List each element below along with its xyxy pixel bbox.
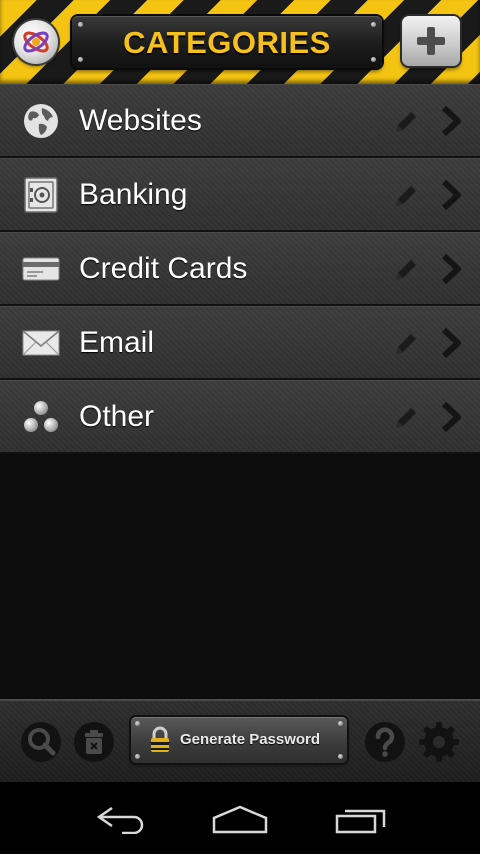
dots-icon [24, 401, 58, 432]
lock-icon [151, 726, 169, 752]
category-row-websites[interactable]: Websites [0, 84, 480, 158]
chevron-right-icon[interactable] [440, 401, 464, 433]
chevron-right-icon[interactable] [440, 179, 464, 211]
recent-apps-icon[interactable] [334, 804, 388, 834]
category-label: Banking [79, 178, 188, 211]
category-row-email[interactable]: Email [0, 306, 480, 380]
edit-pencil-icon[interactable] [393, 331, 419, 357]
globe-icon [24, 104, 58, 138]
screw-icon [135, 754, 140, 759]
edit-pencil-icon[interactable] [393, 109, 419, 135]
trash-icon[interactable] [73, 721, 115, 763]
category-label: Other [79, 400, 155, 433]
edit-pencil-icon[interactable] [393, 257, 419, 283]
chevron-right-icon[interactable] [440, 253, 464, 285]
generate-password-button[interactable]: Generate Password [131, 717, 347, 763]
title-plate: CATEGORIES [72, 16, 382, 68]
home-icon[interactable] [212, 804, 268, 834]
screw-icon [338, 754, 343, 759]
bottom-toolbar: Generate Password [0, 699, 480, 783]
category-label: Websites [79, 104, 202, 137]
page-title: CATEGORIES [123, 25, 331, 60]
search-icon[interactable] [20, 721, 62, 763]
chevron-right-icon[interactable] [440, 327, 464, 359]
category-row-credit-cards[interactable]: Credit Cards [0, 232, 480, 306]
category-label: Credit Cards [79, 252, 248, 285]
category-row-other[interactable]: Other [0, 380, 480, 454]
screw-icon [338, 721, 343, 726]
back-icon[interactable] [94, 804, 146, 834]
system-navigation-bar [0, 782, 480, 854]
generate-password-label: Generate Password [180, 731, 321, 748]
edit-pencil-icon[interactable] [393, 183, 419, 209]
category-row-banking[interactable]: Banking [0, 158, 480, 232]
app-logo-icon[interactable] [14, 20, 58, 64]
gear-icon[interactable] [418, 721, 460, 763]
screw-icon [135, 721, 140, 726]
category-list: Websites Banking Credit Cards Email Othe… [0, 84, 480, 454]
help-icon[interactable] [364, 721, 406, 763]
header-bar: CATEGORIES [0, 0, 480, 84]
safe-icon [24, 177, 58, 213]
credit-card-icon [22, 257, 60, 281]
add-category-button[interactable] [402, 16, 460, 66]
chevron-right-icon[interactable] [440, 105, 464, 137]
category-label: Email [79, 326, 155, 359]
edit-pencil-icon[interactable] [393, 405, 419, 431]
plus-icon [417, 27, 445, 55]
envelope-icon [22, 330, 60, 356]
